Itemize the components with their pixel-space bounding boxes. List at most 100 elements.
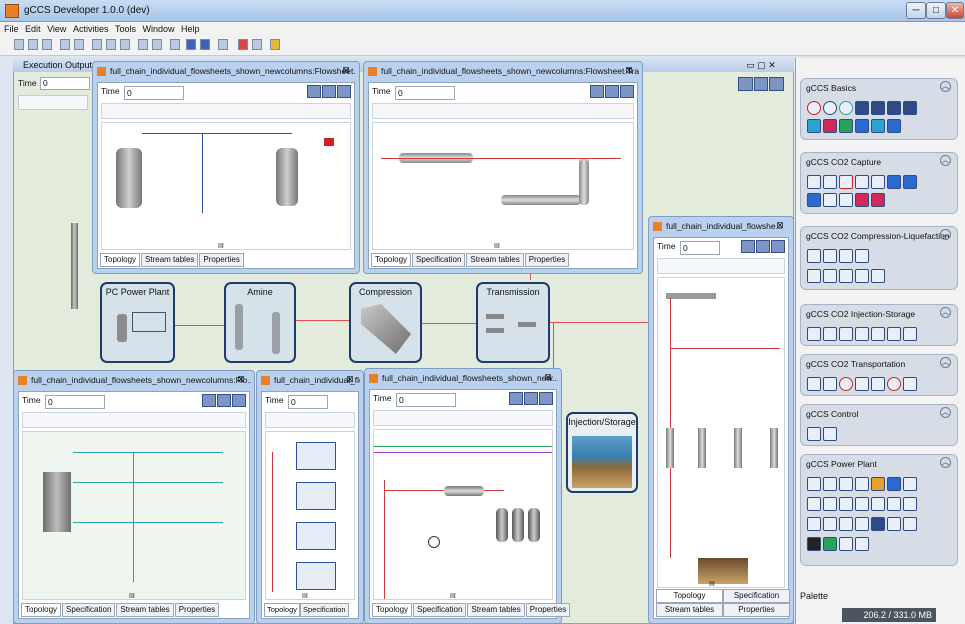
- pipe-icon[interactable]: [855, 377, 869, 391]
- tab-properties[interactable]: Properties: [525, 603, 571, 617]
- tab-specification[interactable]: Specification: [723, 589, 790, 603]
- redo-icon[interactable]: [152, 39, 162, 50]
- palette-category-control[interactable]: gCCS Control ︿: [800, 404, 958, 446]
- palette-category-compression[interactable]: gCCS CO2 Compression-Liquefaction ︿: [800, 226, 958, 290]
- palette-category-basics[interactable]: gCCS Basics ︿: [800, 78, 958, 140]
- heat-exchanger-icon[interactable]: [855, 537, 869, 551]
- tab-stream-tables[interactable]: Stream tables: [116, 603, 174, 617]
- window-amine-flowsheet[interactable]: full_chain_individual_flowsheets_shown_n…: [364, 368, 571, 624]
- playback-controls[interactable]: [590, 85, 634, 98]
- stream-icon[interactable]: [871, 119, 885, 133]
- window-close-button[interactable]: ⊠: [541, 371, 555, 383]
- compressor-icon[interactable]: [807, 249, 821, 263]
- playback-controls[interactable]: [307, 85, 351, 98]
- heater-icon[interactable]: [871, 477, 885, 491]
- palette-category-power-plant[interactable]: gCCS Power Plant ︿: [800, 454, 958, 566]
- tab-properties[interactable]: Properties: [723, 603, 790, 617]
- pipe-icon[interactable]: [871, 327, 885, 341]
- window-transmission-flowsheet[interactable]: full_chain_individual_flowsheets_shown_n…: [363, 61, 643, 274]
- window-close-button[interactable]: ⊠: [234, 373, 248, 385]
- menu-tools[interactable]: Tools: [115, 24, 136, 34]
- window-capture-flowsheet[interactable]: full_chain_individual_flowsheets_shown_n…: [92, 61, 360, 274]
- window-close-button[interactable]: ⊠: [773, 219, 787, 231]
- chevron-up-icon[interactable]: ︿: [940, 357, 951, 368]
- stream-icon[interactable]: [823, 119, 837, 133]
- diagram-toolbar[interactable]: [657, 258, 785, 274]
- window-compression-flowsheet[interactable]: full_chain_individual_flow... ⊠ Time 0 I…: [256, 370, 364, 624]
- time-input[interactable]: 0: [680, 241, 720, 255]
- window-powerplant-flowsheet[interactable]: full_chain_individual_flowsheets_shown_n…: [13, 370, 255, 624]
- tab-specification[interactable]: Specification: [413, 603, 467, 617]
- condenser-icon[interactable]: [871, 175, 885, 189]
- tab-topology[interactable]: Topology: [656, 589, 723, 603]
- sink-icon[interactable]: [887, 377, 901, 391]
- pipe-icon[interactable]: [839, 537, 853, 551]
- boiler-icon[interactable]: [807, 477, 821, 491]
- valve-icon[interactable]: [807, 269, 821, 283]
- diagram-toolbar[interactable]: [265, 412, 355, 428]
- pipe-icon[interactable]: [839, 327, 853, 341]
- main-nav-buttons[interactable]: [738, 77, 785, 91]
- horizontal-scrollbar[interactable]: III: [218, 243, 224, 250]
- tab-properties[interactable]: Properties: [174, 603, 220, 617]
- diagram-toolbar[interactable]: [101, 103, 351, 119]
- horizontal-scrollbar[interactable]: III: [494, 243, 500, 250]
- capture-outlet-icon[interactable]: [871, 193, 885, 207]
- tab-stream-tables[interactable]: Stream tables: [466, 253, 524, 267]
- window-close-button[interactable]: ⊠: [622, 64, 636, 76]
- fan-icon[interactable]: [887, 477, 901, 491]
- window-close-button[interactable]: ⊠: [343, 373, 357, 385]
- diagram-canvas[interactable]: [22, 431, 246, 600]
- window-close-button[interactable]: ⊠: [339, 64, 353, 76]
- valve-icon[interactable]: [887, 517, 901, 531]
- tab-stream-tables[interactable]: Stream tables: [656, 603, 723, 617]
- capture-play-icon[interactable]: [807, 193, 821, 207]
- time-input[interactable]: 0: [124, 86, 184, 100]
- deaerator-icon[interactable]: [807, 517, 821, 531]
- pump-icon[interactable]: [823, 377, 837, 391]
- cooler-icon[interactable]: [823, 249, 837, 263]
- menu-help[interactable]: Help: [181, 24, 200, 34]
- capture-outlet-icon[interactable]: [855, 193, 869, 207]
- capture-play-icon[interactable]: [903, 175, 917, 189]
- run-icon[interactable]: [218, 39, 228, 50]
- find-icon[interactable]: [170, 39, 180, 50]
- time-input[interactable]: 0: [288, 395, 328, 409]
- block-compression[interactable]: Compression: [349, 282, 422, 363]
- palette-category-injection[interactable]: gCCS CO2 Injection-Storage ︿: [800, 304, 958, 346]
- stream-icon[interactable]: [807, 119, 821, 133]
- menu-window[interactable]: Window: [143, 24, 175, 34]
- stack-icon[interactable]: [903, 477, 917, 491]
- stop-icon[interactable]: [238, 39, 248, 50]
- generator-icon[interactable]: [871, 517, 885, 531]
- horizontal-scrollbar[interactable]: III: [129, 593, 135, 600]
- new-icon[interactable]: [14, 39, 24, 50]
- connector-icon[interactable]: [887, 101, 901, 115]
- capture-play-icon[interactable]: [887, 175, 901, 189]
- pipe-icon[interactable]: [855, 249, 869, 263]
- condenser-icon[interactable]: [807, 497, 821, 511]
- tank-icon[interactable]: [903, 497, 917, 511]
- absorber-icon[interactable]: [807, 175, 821, 189]
- chevron-up-icon[interactable]: ︿: [940, 155, 951, 166]
- block-injection-storage[interactable]: Injection/Storage: [566, 412, 638, 493]
- port-icon[interactable]: [839, 101, 853, 115]
- main-time-input[interactable]: 0: [40, 77, 90, 90]
- settings-icon[interactable]: [252, 39, 262, 50]
- horizontal-scrollbar[interactable]: III: [709, 581, 715, 588]
- controller-icon[interactable]: [807, 427, 821, 441]
- tee-icon[interactable]: [903, 101, 917, 115]
- splitter-icon[interactable]: [871, 101, 885, 115]
- pump-icon[interactable]: [823, 517, 837, 531]
- connector-icon[interactable]: [871, 269, 885, 283]
- horizontal-scrollbar[interactable]: III: [302, 593, 308, 600]
- tab-topology[interactable]: Topology: [371, 253, 412, 267]
- paste-icon[interactable]: [106, 39, 116, 50]
- pipe-icon[interactable]: [839, 497, 853, 511]
- stream-icon[interactable]: [887, 119, 901, 133]
- chevron-up-icon[interactable]: ︿: [940, 229, 951, 240]
- diagram-canvas[interactable]: [101, 122, 351, 250]
- workspace-window-controls[interactable]: ▭ ▢ ✕: [738, 60, 784, 72]
- diagram-canvas[interactable]: [373, 429, 553, 600]
- multistage-icon[interactable]: [823, 269, 837, 283]
